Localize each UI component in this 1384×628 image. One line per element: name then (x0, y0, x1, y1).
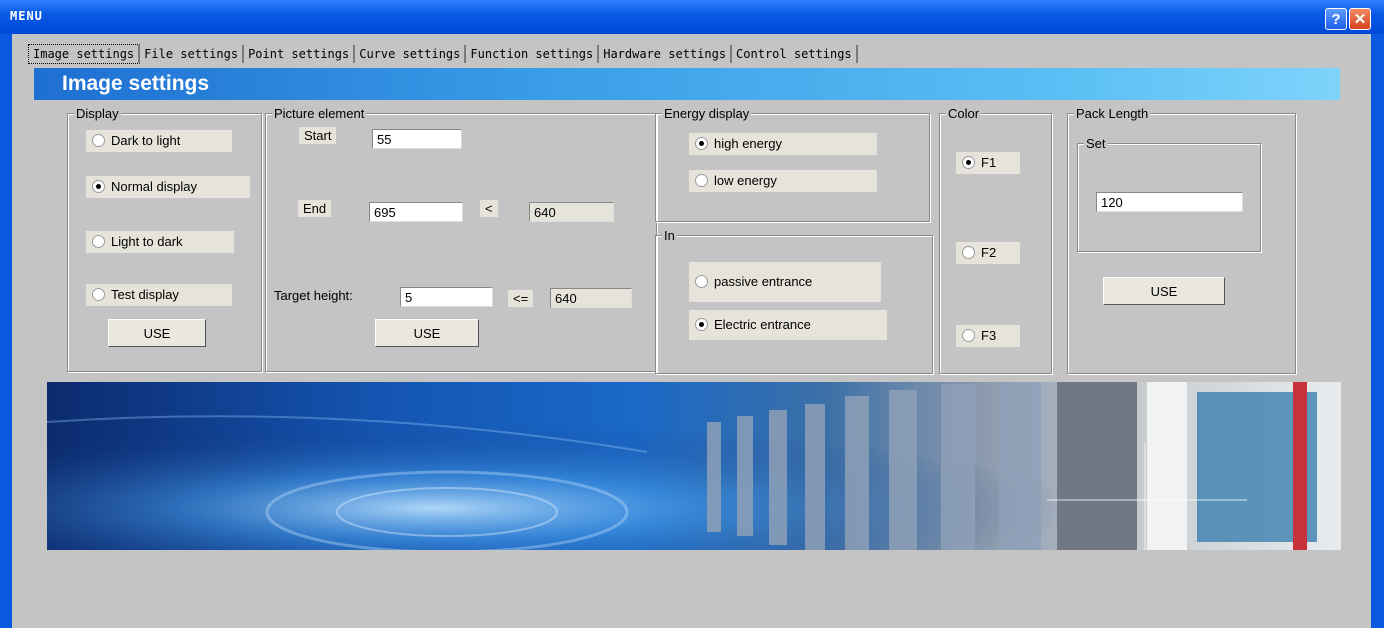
title-bar[interactable]: MENU ? ✕ (0, 0, 1384, 34)
radio-dot-checked-icon (695, 318, 708, 332)
target-height-input[interactable]: 5 (400, 287, 493, 307)
tab-point-settings[interactable]: Point settings (244, 45, 356, 63)
radio-dot-checked-icon (92, 180, 105, 194)
radio-dot-icon (92, 235, 105, 249)
pack-use-button[interactable]: USE (1103, 277, 1225, 305)
end-input[interactable]: 695 (369, 202, 463, 222)
pack-length-legend: Pack Length (1074, 106, 1151, 121)
tab-curve-settings[interactable]: Curve settings (355, 45, 467, 63)
radio-dot-icon (962, 246, 975, 260)
radio-label: Normal display (111, 179, 197, 194)
entrance-legend: In (662, 228, 677, 243)
photo-artwork (47, 382, 1341, 550)
section-banner: Image settings (34, 68, 1340, 100)
height-max-field: 640 (550, 288, 632, 308)
tab-control-settings[interactable]: Control settings (732, 45, 858, 63)
radio-label: high energy (714, 136, 782, 151)
window-title: MENU (10, 9, 43, 23)
radio-dot-icon (92, 134, 105, 148)
radio-dot-icon (962, 329, 975, 343)
color-legend: Color (946, 106, 982, 121)
tab-strip: Image settings File settings Point setti… (28, 44, 858, 64)
radio-dot-checked-icon (962, 156, 975, 170)
radio-dark-to-light[interactable]: Dark to light (86, 130, 232, 152)
radio-normal-display[interactable]: Normal display (86, 176, 250, 198)
section-title: Image settings (62, 72, 210, 95)
height-compare-label: <= (508, 290, 534, 307)
tab-image-settings[interactable]: Image settings (28, 44, 141, 64)
radio-label: passive entrance (714, 274, 813, 289)
tab-file-settings[interactable]: File settings (140, 45, 245, 63)
security-gate-photo (47, 382, 1341, 550)
radio-label: F2 (981, 245, 997, 260)
tab-hardware-settings[interactable]: Hardware settings (599, 45, 733, 63)
radio-test-display[interactable]: Test display (86, 284, 232, 306)
display-legend: Display (74, 106, 121, 121)
radio-label: low energy (714, 173, 777, 188)
picture-legend: Picture element (272, 106, 367, 121)
radio-label: Light to dark (111, 234, 183, 249)
radio-passive-entrance[interactable]: passive entrance (689, 262, 881, 302)
radio-label: F3 (981, 328, 997, 343)
pack-length-input[interactable]: 120 (1096, 192, 1243, 212)
radio-color-f1[interactable]: F1 (956, 152, 1020, 174)
end-max-field: 640 (529, 202, 614, 222)
radio-color-f2[interactable]: F2 (956, 242, 1020, 264)
radio-light-to-dark[interactable]: Light to dark (86, 231, 234, 253)
radio-dot-icon (92, 288, 105, 302)
radio-dot-icon (695, 275, 708, 289)
target-height-label: Target height: (274, 288, 353, 303)
energy-legend: Energy display (662, 106, 752, 121)
picture-use-button[interactable]: USE (375, 319, 479, 347)
radio-label: Test display (111, 287, 179, 302)
radio-dot-icon (695, 174, 708, 188)
set-legend: Set (1084, 136, 1108, 151)
tab-function-settings[interactable]: Function settings (466, 45, 600, 63)
start-label: Start (299, 127, 337, 144)
end-compare-label: < (480, 200, 498, 217)
end-label: End (298, 200, 332, 217)
close-button[interactable]: ✕ (1349, 8, 1371, 30)
client-area: Image settings File settings Point setti… (12, 34, 1371, 628)
start-input[interactable]: 55 (372, 129, 462, 149)
radio-label: Electric entrance (714, 317, 811, 332)
radio-label: F1 (981, 155, 997, 170)
radio-color-f3[interactable]: F3 (956, 325, 1020, 347)
radio-label: Dark to light (111, 133, 181, 148)
radio-dot-checked-icon (695, 137, 708, 151)
energy-display-group: Energy display (655, 106, 930, 222)
radio-low-energy[interactable]: low energy (689, 170, 877, 192)
menu-window: MENU ? ✕ Image settings File settings Po… (0, 0, 1384, 628)
help-button[interactable]: ? (1325, 8, 1347, 30)
radio-high-energy[interactable]: high energy (689, 133, 877, 155)
radio-electric-entrance[interactable]: Electric entrance (689, 310, 887, 340)
display-use-button[interactable]: USE (108, 319, 206, 347)
